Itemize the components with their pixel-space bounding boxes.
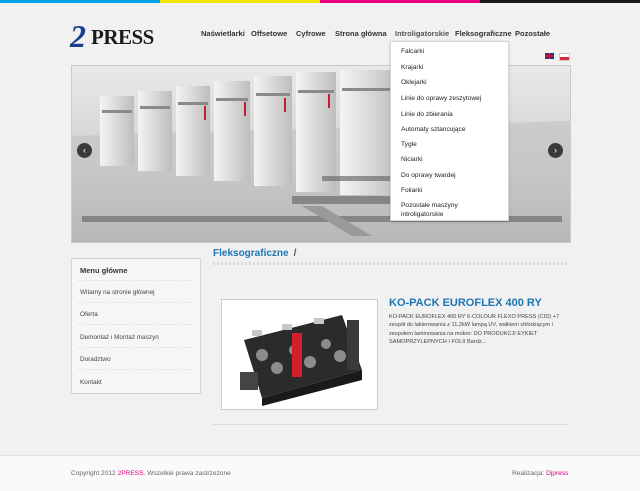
credit-label: Realizacja: (512, 470, 547, 477)
breadcrumb-separator: / (293, 248, 297, 259)
stripe-black (480, 0, 640, 3)
dropdown-item-oprawa-twarda[interactable]: Do oprawy twardej (401, 171, 456, 180)
dropdown-item-tygle[interactable]: Tygle (401, 140, 417, 149)
sidebar-item-oferta[interactable]: Oferta (80, 311, 98, 318)
introligatorskie-dropdown: Falcarki Krajarki Oklejarki Linie do opr… (390, 41, 509, 221)
breadcrumb-current[interactable]: Fleksograficzne (213, 248, 289, 259)
sidebar-divider (79, 369, 193, 370)
dropdown-item-linie-zbierania[interactable]: Linie do zbierania (401, 110, 453, 119)
uk-flag-icon[interactable] (545, 53, 554, 59)
dropdown-item-falcarki[interactable]: Falcarki (401, 47, 424, 56)
nav-item-naswietlarki[interactable]: Naświetlarki (201, 29, 245, 38)
stripe-magenta (320, 0, 480, 3)
copyright-suffix: . Wszelkie prawa zastrzeżone (143, 470, 231, 477)
dropdown-item-pozostale-maszyny[interactable]: Pozostałe maszyny introligatorskie (401, 201, 501, 219)
sidebar-main-menu: Menu główne Witamy na stronie głównej Of… (71, 258, 201, 394)
product-description: KO-PACK EUROFLEX 400 RY 6-COLOUR FLEXO P… (389, 314, 560, 345)
stripe-cyan (0, 0, 160, 3)
nav-item-offsetowe[interactable]: Offsetowe (251, 29, 287, 38)
copyright-prefix: Copyright 2012 (71, 470, 118, 477)
product-image[interactable] (221, 299, 378, 410)
dropdown-item-niciarki[interactable]: Niciarki (401, 155, 423, 164)
breadcrumb-divider (213, 262, 569, 265)
slider-prev-button[interactable]: ‹ (77, 143, 92, 158)
product-title-link[interactable]: KO-PACK EUROFLEX 400 RY (389, 297, 542, 309)
sidebar-item-kontakt[interactable]: Kontakt (80, 379, 102, 386)
dropdown-item-foliarki[interactable]: Foliarki (401, 186, 422, 195)
slider-next-button[interactable]: › (548, 143, 563, 158)
sidebar-item-demontaz[interactable]: Demontaż i Montaż maszyn (80, 334, 159, 341)
sidebar-item-witamy[interactable]: Witamy na stronie głównej (80, 289, 155, 296)
dropdown-item-krajarki[interactable]: Krajarki (401, 63, 423, 72)
credit-text: Realizacja: Djpress (512, 470, 568, 477)
content-divider (213, 424, 569, 425)
sidebar-divider (79, 324, 193, 325)
sidebar-divider (79, 280, 193, 281)
pl-flag-icon[interactable] (559, 53, 570, 61)
sidebar-title: Menu główne (80, 266, 128, 275)
logo-prefix: 2 (70, 18, 86, 54)
dropdown-item-oprawa-zeszytowa[interactable]: Linie do oprawy zeszytowej (401, 94, 481, 103)
dropdown-item-automaty-sztancujace[interactable]: Automaty sztancujące (401, 125, 466, 134)
nav-item-cyfrowe[interactable]: Cyfrowe (296, 29, 326, 38)
footer: Copyright 2012 2PRESS. Wszelkie prawa za… (0, 455, 640, 491)
nav-item-strona-glowna[interactable]: Strona główna (335, 29, 387, 38)
sidebar-item-doradztwo[interactable]: Doradztwo (80, 356, 111, 363)
nav-item-pozostale[interactable]: Pozostałe (515, 29, 550, 38)
stripe-yellow (160, 0, 320, 3)
sidebar-divider (79, 302, 193, 303)
top-color-stripe (0, 0, 640, 3)
credit-link[interactable]: Djpress (546, 470, 568, 477)
nav-item-fleksograficzne[interactable]: Fleksograficzne (455, 29, 512, 38)
breadcrumb: Fleksograficzne / (213, 248, 296, 259)
copyright-brand: 2PRESS (117, 470, 144, 477)
nav-item-introligatorskie[interactable]: Introligatorskie (395, 29, 449, 38)
logo-text: PRESS (91, 25, 154, 49)
dropdown-item-oklejarki[interactable]: Oklejarki (401, 78, 427, 87)
flexo-press-image (222, 300, 377, 409)
sidebar-divider (79, 347, 193, 348)
site-logo[interactable]: 2 PRESS (70, 18, 162, 54)
copyright-text: Copyright 2012 2PRESS. Wszelkie prawa za… (71, 470, 231, 477)
